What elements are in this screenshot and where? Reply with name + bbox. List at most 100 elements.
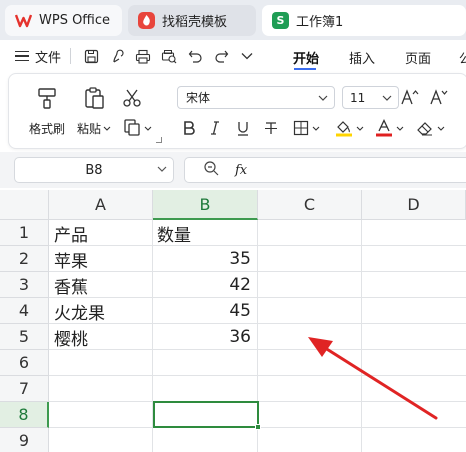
font-color-button[interactable] — [372, 118, 406, 138]
tab-label: WPS Office — [39, 13, 111, 28]
cell-a1[interactable]: 产品 — [50, 220, 152, 246]
italic-button[interactable] — [205, 118, 225, 138]
underline-icon — [238, 121, 248, 136]
cell-reference: B8 — [85, 162, 103, 178]
fill-color-button[interactable] — [332, 118, 366, 138]
menu-active-indicator — [294, 68, 316, 70]
print-preview-icon[interactable] — [158, 45, 180, 67]
cut-button[interactable] — [122, 88, 142, 111]
eraser-icon — [416, 122, 432, 136]
fill-handle[interactable] — [255, 424, 261, 430]
undo-icon[interactable] — [184, 45, 206, 67]
name-box[interactable]: B8 — [14, 157, 174, 183]
bold-button[interactable] — [179, 118, 199, 138]
format-painter-icon — [35, 86, 59, 113]
menu-insert[interactable]: 插入 — [349, 48, 375, 67]
increase-font-icon — [401, 89, 419, 105]
ribbon: 格式刷 粘贴 宋体 11 — [8, 73, 466, 149]
spreadsheet-icon: S — [272, 12, 289, 29]
format-painter-label: 格式刷 — [29, 122, 66, 136]
clipboard-dialog-launcher[interactable] — [156, 137, 162, 143]
tab-workbook[interactable]: S 工作簿1 — [262, 5, 466, 36]
spreadsheet-grid[interactable]: A B C D 1 2 3 4 5 6 7 8 9 产品 数量 苹果 35 香蕉… — [0, 190, 466, 452]
chevron-down-icon — [382, 95, 392, 101]
font-size-select[interactable]: 11 — [342, 86, 399, 109]
scissors-icon — [122, 88, 142, 111]
print-icon[interactable] — [132, 45, 154, 67]
chevron-down-icon[interactable] — [157, 166, 167, 172]
save-icon[interactable] — [80, 45, 102, 67]
fill-color-icon — [335, 121, 352, 137]
tab-wps-office[interactable]: WPS Office — [5, 5, 122, 36]
italic-icon — [211, 121, 219, 135]
menu-page[interactable]: 页面 — [405, 48, 431, 67]
cell-b5[interactable]: 36 — [153, 324, 257, 350]
tab-bar: WPS Office 找稻壳模板 S 工作簿1 — [0, 0, 466, 40]
decrease-font-size-button[interactable] — [429, 87, 449, 107]
row-header-3[interactable]: 3 — [0, 272, 49, 298]
column-header-b[interactable]: B — [153, 190, 258, 220]
column-header-c[interactable]: C — [258, 190, 362, 220]
cell-b2[interactable]: 35 — [153, 246, 257, 272]
paste-button[interactable]: 粘贴 — [77, 86, 111, 137]
column-header-a[interactable]: A — [49, 190, 153, 220]
menu-home[interactable]: 开始 — [293, 48, 319, 67]
font-size-value: 11 — [350, 90, 366, 105]
chevron-down-icon[interactable] — [103, 126, 111, 131]
clear-format-button[interactable] — [413, 118, 447, 138]
tab-docer-templates[interactable]: 找稻壳模板 — [128, 5, 256, 36]
copy-button[interactable] — [123, 118, 152, 139]
cell-a5[interactable]: 樱桃 — [50, 324, 152, 350]
font-name-select[interactable]: 宋体 — [177, 86, 335, 109]
row-header-5[interactable]: 5 — [0, 324, 49, 350]
cell-b1[interactable]: 数量 — [153, 220, 257, 246]
select-all-corner[interactable] — [0, 190, 49, 220]
row-header-1[interactable]: 1 — [0, 220, 49, 246]
cell-a3[interactable]: 香蕉 — [50, 272, 152, 298]
row-header-4[interactable]: 4 — [0, 298, 49, 324]
row-header-2[interactable]: 2 — [0, 246, 49, 272]
hamburger-icon[interactable] — [15, 50, 29, 62]
row-header-8[interactable]: 8 — [0, 402, 49, 428]
chevron-down-icon — [437, 126, 444, 131]
cell-a4[interactable]: 火龙果 — [50, 298, 152, 324]
borders-icon — [293, 120, 308, 136]
tab-label: 找稻壳模板 — [162, 15, 228, 30]
paste-label: 粘贴 — [77, 122, 102, 136]
menu-formula[interactable]: 公 — [459, 48, 466, 67]
font-color-icon — [375, 119, 392, 137]
export-pdf-icon[interactable] — [106, 45, 128, 67]
chevron-down-icon[interactable] — [144, 126, 152, 131]
redo-icon[interactable] — [210, 45, 232, 67]
format-painter-button[interactable]: 格式刷 — [29, 86, 65, 137]
active-cell-b8[interactable] — [153, 401, 259, 428]
chevron-down-icon[interactable] — [236, 45, 258, 67]
zoom-icon[interactable] — [203, 160, 219, 180]
cell-a2[interactable]: 苹果 — [50, 246, 152, 272]
wps-logo-icon — [15, 12, 32, 29]
cell-b3[interactable]: 42 — [153, 272, 257, 298]
underline-button[interactable] — [233, 118, 253, 138]
chevron-down-icon — [312, 126, 319, 131]
paste-icon — [82, 86, 106, 113]
font-name-value: 宋体 — [186, 91, 211, 105]
increase-font-size-button[interactable] — [400, 87, 420, 107]
column-header-d[interactable]: D — [362, 190, 466, 220]
row-header-9[interactable]: 9 — [0, 428, 49, 452]
row-header-7[interactable]: 7 — [0, 376, 49, 402]
gridline — [361, 220, 362, 452]
decrease-font-icon — [430, 89, 448, 105]
function-icon[interactable]: fx — [235, 163, 247, 178]
borders-button[interactable] — [291, 118, 321, 138]
strikethrough-icon — [265, 122, 277, 134]
chevron-down-icon — [318, 95, 328, 101]
formula-input[interactable]: fx — [184, 157, 466, 183]
cell-b4[interactable]: 45 — [153, 298, 257, 324]
bold-icon — [184, 121, 195, 135]
menu-bar: 文件 — [0, 40, 466, 72]
strikethrough-button[interactable] — [261, 118, 281, 138]
file-menu[interactable]: 文件 — [35, 47, 61, 66]
row-header-6[interactable]: 6 — [0, 350, 49, 376]
chevron-down-icon — [396, 126, 403, 131]
tab-label: 工作簿1 — [296, 15, 344, 30]
